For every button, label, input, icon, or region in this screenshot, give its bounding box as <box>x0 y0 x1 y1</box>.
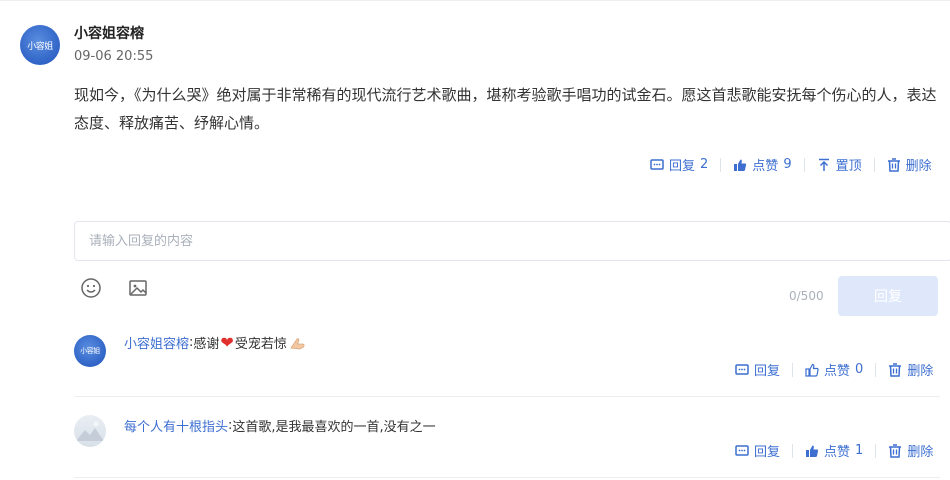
main-comment-actions: 回复 2 点赞 9 置顶 删除 <box>650 155 932 174</box>
main-avatar[interactable]: 小容姐 <box>20 25 60 65</box>
like-count: 9 <box>783 157 792 172</box>
char-counter: 0/500 <box>789 289 824 303</box>
folded-hands-icon <box>290 337 305 349</box>
trash-icon <box>889 362 902 377</box>
delete-label: 删除 <box>907 445 934 460</box>
reply-label: 回复 <box>754 364 781 379</box>
reply-button[interactable]: 回复 2 <box>650 155 708 174</box>
reply-content: 小容姐容榕 : 感谢 ❤ 受宠若惊 <box>124 333 307 352</box>
trash-icon <box>889 443 902 458</box>
delete-button[interactable]: 删除 <box>888 441 933 460</box>
delete-label: 删除 <box>907 364 934 379</box>
action-divider <box>720 157 722 172</box>
reply-author-name[interactable]: 每个人有十根指头 <box>124 416 228 435</box>
comment-icon <box>735 363 749 375</box>
action-divider <box>792 443 794 458</box>
action-divider <box>875 443 877 458</box>
reply-actions: 回复 点赞 1 删除 <box>735 441 933 460</box>
reply-content: 每个人有十根指头 : 这首歌,是我最喜欢的一首,没有之一 <box>124 416 436 435</box>
pin-label: 置顶 <box>835 159 862 174</box>
reply-input[interactable] <box>74 221 950 261</box>
avatar-text: 小容姐 <box>80 347 100 355</box>
like-label: 点赞 <box>824 445 851 460</box>
pin-button[interactable]: 置顶 <box>817 155 862 174</box>
pin-top-icon <box>818 158 829 171</box>
action-divider <box>873 157 875 172</box>
reply-text: 受宠若惊 <box>234 337 287 352</box>
reply-author-name[interactable]: 小容姐容榕 <box>124 333 189 352</box>
reply-text: 感谢 <box>193 337 220 352</box>
reply-label: 回复 <box>669 159 696 174</box>
like-count: 0 <box>855 362 864 377</box>
reply-avatar[interactable] <box>74 415 106 447</box>
reply-button[interactable]: 回复 <box>735 360 780 379</box>
action-divider <box>803 157 805 172</box>
reply-text: 这首歌,是我最喜欢的一首,没有之一 <box>232 420 436 435</box>
like-button[interactable]: 点赞 9 <box>733 155 792 174</box>
main-comment-date: 09-06 20:55 <box>74 49 154 64</box>
comment-icon <box>650 158 664 170</box>
main-comment-content: 现如今，《为什么哭》绝对属于非常稀有的现代流行艺术歌曲，堪称考验歌手唱功的试金石… <box>74 86 937 132</box>
delete-label: 删除 <box>905 159 932 174</box>
delete-button[interactable]: 删除 <box>887 155 932 174</box>
landscape-avatar-icon <box>76 421 104 441</box>
comment-icon <box>735 444 749 456</box>
thumbs-up-icon <box>805 363 819 377</box>
trash-icon <box>887 157 900 172</box>
avatar-text: 小容姐 <box>27 41 53 52</box>
like-button[interactable]: 点赞 1 <box>805 441 863 460</box>
heart-emoji: ❤ <box>220 332 234 352</box>
reply-actions: 回复 点赞 0 删除 <box>735 360 933 379</box>
top-divider <box>0 0 950 1</box>
reply-divider <box>74 477 940 478</box>
reply-divider <box>74 396 940 397</box>
like-button[interactable]: 点赞 0 <box>805 360 863 379</box>
action-divider <box>792 362 794 377</box>
reply-label: 回复 <box>754 445 781 460</box>
thumbs-up-icon <box>806 445 819 457</box>
submit-reply-button[interactable]: 回复 <box>838 276 938 316</box>
reply-count: 2 <box>700 157 709 172</box>
main-author-name[interactable]: 小容姐容榕 <box>74 23 144 43</box>
action-divider <box>875 362 877 377</box>
like-count: 1 <box>855 443 864 458</box>
like-label: 点赞 <box>752 159 779 174</box>
thumbs-up-icon <box>734 159 747 171</box>
reply-button[interactable]: 回复 <box>735 441 780 460</box>
emoji-icon[interactable] <box>80 277 102 299</box>
like-label: 点赞 <box>824 364 851 379</box>
image-icon[interactable] <box>127 277 149 299</box>
delete-button[interactable]: 删除 <box>888 360 933 379</box>
reply-avatar[interactable]: 小容姐 <box>74 335 106 367</box>
